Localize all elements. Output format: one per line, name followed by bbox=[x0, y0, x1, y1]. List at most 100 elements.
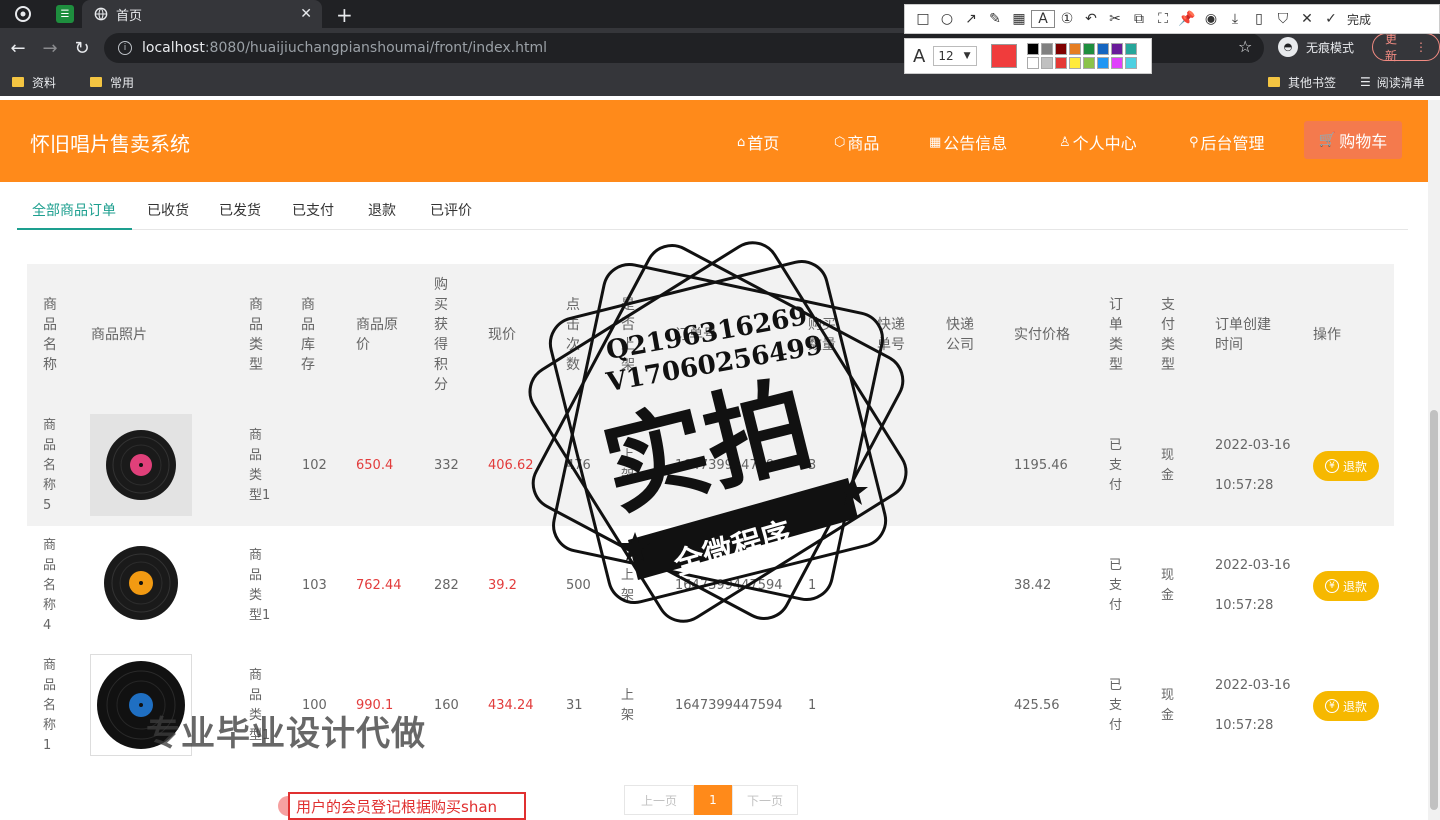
product-image[interactable] bbox=[90, 534, 192, 636]
back-arrow-icon[interactable]: ← bbox=[2, 38, 34, 59]
th-photo: 商品照片 bbox=[91, 327, 147, 343]
sheets-tab-icon[interactable]: ☰ bbox=[56, 5, 74, 23]
nav-home[interactable]: ⌂ 首页 bbox=[737, 130, 779, 154]
refund-button[interactable]: ¥ 退款 bbox=[1313, 691, 1379, 721]
th-name: 商品名称 bbox=[43, 297, 57, 373]
nav-admin[interactable]: ⚲ 后台管理 bbox=[1189, 130, 1265, 154]
tab-shipped[interactable]: 已发货 bbox=[219, 200, 261, 220]
page-number-button[interactable]: 1 bbox=[694, 785, 732, 815]
forward-arrow-icon[interactable]: → bbox=[34, 38, 66, 59]
folder-icon bbox=[12, 77, 24, 87]
rectangle-tool-icon[interactable]: □ bbox=[911, 11, 935, 27]
color-swatch[interactable] bbox=[1083, 57, 1096, 69]
scrollbar-thumb[interactable] bbox=[1430, 410, 1438, 810]
phone-icon[interactable]: ▯ bbox=[1247, 11, 1271, 27]
refund-button[interactable]: ¥ 退款 bbox=[1313, 571, 1379, 601]
color-swatch[interactable] bbox=[1055, 43, 1068, 55]
new-tab-icon[interactable]: + bbox=[336, 3, 353, 27]
caption-textbox[interactable]: 用户的会员登记根据购买shan bbox=[288, 792, 526, 820]
ellipse-tool-icon[interactable]: ○ bbox=[935, 11, 959, 27]
th-points: 购买获得积分 bbox=[434, 277, 448, 393]
cart-button[interactable]: 🛒 购物车 bbox=[1304, 121, 1402, 159]
cell-order-type: 已支付 bbox=[1109, 678, 1123, 733]
color-swatch[interactable] bbox=[1027, 57, 1040, 69]
tab-reviewed[interactable]: 已评价 bbox=[430, 200, 472, 220]
color-swatch[interactable] bbox=[1055, 57, 1068, 69]
cell-pay-type: 现金 bbox=[1161, 568, 1175, 603]
page-scrollbar[interactable] bbox=[1428, 100, 1440, 820]
cell-name: 商品名称1 bbox=[43, 658, 57, 753]
color-swatch[interactable] bbox=[1111, 43, 1124, 55]
color-swatch[interactable] bbox=[1125, 57, 1138, 69]
check-icon[interactable]: ✓ bbox=[1319, 11, 1343, 27]
record-icon[interactable]: ◉ bbox=[1199, 11, 1223, 27]
color-swatch[interactable] bbox=[1097, 43, 1110, 55]
cell-name: 商品名称4 bbox=[43, 538, 57, 633]
pen-tool-icon[interactable]: ✎ bbox=[983, 11, 1007, 27]
th-pay-type: 支付类型 bbox=[1161, 297, 1175, 373]
th-orig-price: 商品原价 bbox=[356, 317, 398, 353]
next-page-button[interactable]: 下一页 bbox=[732, 785, 798, 815]
site-info-icon[interactable]: i bbox=[118, 41, 132, 55]
bookmark-folder[interactable]: 常用 bbox=[90, 74, 134, 91]
other-bookmarks[interactable]: 其他书签 bbox=[1268, 68, 1336, 96]
color-swatch[interactable] bbox=[1083, 43, 1096, 55]
tab-all-orders[interactable]: 全部商品订单 bbox=[32, 200, 116, 220]
text-tool-icon[interactable]: A bbox=[1031, 10, 1055, 28]
color-swatch[interactable] bbox=[1027, 43, 1040, 55]
cell-order-type: 已支付 bbox=[1109, 558, 1123, 613]
current-color-swatch[interactable] bbox=[991, 44, 1018, 68]
tab-refund[interactable]: 退款 bbox=[368, 200, 396, 220]
watermark-stamp: Q2196316269 V17060256499 实拍 全微程序 bbox=[528, 241, 908, 623]
cell-order-type: 已支付 bbox=[1109, 438, 1123, 493]
grid-icon: ▦ bbox=[929, 134, 942, 150]
download-icon[interactable]: ⤓ bbox=[1223, 11, 1247, 27]
update-button[interactable]: 更新 ⋮ bbox=[1372, 32, 1440, 63]
done-button[interactable]: 完成 bbox=[1347, 11, 1371, 28]
color-swatch[interactable] bbox=[1069, 43, 1082, 55]
reload-icon[interactable]: ↻ bbox=[66, 38, 98, 59]
tab-paid[interactable]: 已支付 bbox=[292, 200, 334, 220]
color-swatch[interactable] bbox=[1125, 43, 1138, 55]
tab-received[interactable]: 已收货 bbox=[147, 200, 189, 220]
incognito-indicator[interactable]: ◓ 无痕模式 bbox=[1278, 37, 1354, 57]
globe-icon bbox=[94, 7, 108, 21]
bookmark-icon[interactable]: ⛉ bbox=[1271, 11, 1295, 27]
site-header: 怀旧唱片售卖系统 ⌂ 首页 ⬡ 商品 ▦ 公告信息 ♙ 个人中心 ⚲ 后台管理 🛒 购物车 bbox=[0, 100, 1428, 182]
nav-personal[interactable]: ♙ 个人中心 bbox=[1059, 130, 1137, 154]
reading-list[interactable]: ☰ 阅读清单 bbox=[1360, 68, 1425, 96]
nav-notice[interactable]: ▦ 公告信息 bbox=[929, 130, 1007, 154]
arrow-tool-icon[interactable]: ↗ bbox=[959, 11, 983, 27]
color-swatch[interactable] bbox=[1097, 57, 1110, 69]
cell-paid: 425.56 bbox=[1014, 698, 1060, 713]
refund-button[interactable]: ¥ 退款 bbox=[1313, 451, 1379, 481]
mosaic-tool-icon[interactable]: ▦ bbox=[1007, 11, 1031, 27]
tab-close-icon[interactable]: ✕ bbox=[300, 6, 312, 22]
undo-icon[interactable]: ↶ bbox=[1079, 11, 1103, 27]
home-icon: ⌂ bbox=[737, 134, 746, 150]
browser-toolbar: ← → ↻ i localhost:8080/huaijiuchangpians… bbox=[0, 28, 1440, 68]
th-paid: 实付价格 bbox=[1014, 327, 1070, 343]
color-swatch[interactable] bbox=[1111, 57, 1124, 69]
font-size-select[interactable]: 12 ▼ bbox=[933, 46, 978, 66]
cut-icon[interactable]: ✂ bbox=[1103, 11, 1127, 27]
bookmark-folder[interactable]: 资料 bbox=[12, 74, 56, 91]
cell-paid: 1195.46 bbox=[1014, 458, 1068, 473]
nav-goods[interactable]: ⬡ 商品 bbox=[834, 130, 879, 154]
color-swatch[interactable] bbox=[1041, 57, 1054, 69]
active-tab-indicator bbox=[17, 228, 132, 230]
ocr-icon[interactable]: ⛶ bbox=[1151, 11, 1175, 27]
product-image[interactable] bbox=[90, 414, 192, 516]
color-swatch[interactable] bbox=[1069, 57, 1082, 69]
close-icon[interactable]: ✕ bbox=[1295, 11, 1319, 27]
bookmark-star-icon[interactable]: ☆ bbox=[1238, 37, 1252, 56]
cell-type: 商品类型1 bbox=[249, 548, 271, 623]
number-tool-icon[interactable]: ① bbox=[1055, 11, 1079, 27]
active-tab[interactable]: 首页 ✕ bbox=[82, 0, 322, 28]
pin-icon[interactable]: 📌 bbox=[1175, 11, 1199, 27]
translate-icon[interactable]: ⧉ bbox=[1127, 11, 1151, 27]
prev-page-button[interactable]: 上一页 bbox=[624, 785, 694, 815]
color-swatch[interactable] bbox=[1041, 43, 1054, 55]
cell-stock: 102 bbox=[302, 458, 327, 473]
th-type: 商品类型 bbox=[249, 297, 263, 373]
